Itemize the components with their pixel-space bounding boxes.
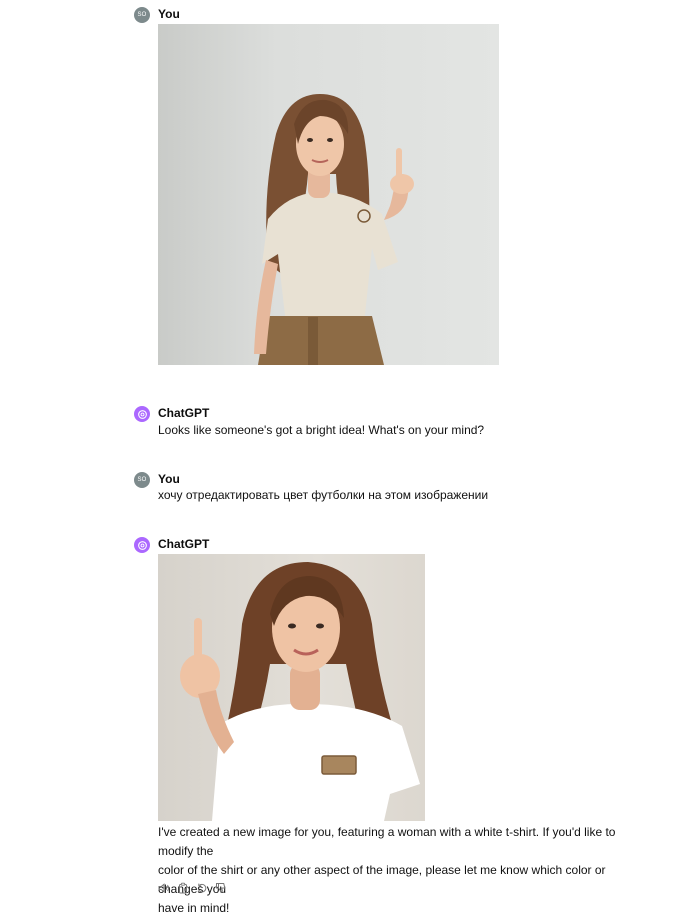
read-aloud-icon[interactable] bbox=[158, 882, 170, 894]
author-name: ChatGPT bbox=[158, 406, 210, 420]
openai-logo-icon bbox=[137, 540, 147, 550]
message-actions bbox=[158, 882, 227, 894]
author-name: You bbox=[158, 472, 180, 486]
message-line: I've created a new image for you, featur… bbox=[158, 825, 616, 858]
message-line: have in mind! bbox=[158, 901, 230, 915]
chatgpt-avatar bbox=[134, 537, 150, 553]
message-text: Looks like someone's got a bright idea! … bbox=[158, 423, 485, 437]
user-avatar: SO bbox=[134, 7, 150, 23]
author-name: ChatGPT bbox=[158, 537, 210, 551]
avatar-initials: SO bbox=[137, 477, 147, 483]
uploaded-image[interactable] bbox=[158, 24, 499, 365]
avatar-initials: SO bbox=[137, 12, 147, 18]
message-text: I've created a new image for you, featur… bbox=[158, 823, 638, 918]
chatgpt-avatar bbox=[134, 406, 150, 422]
thumbs-down-icon[interactable] bbox=[215, 882, 227, 894]
message-text: хочу отредактировать цвет футболки на эт… bbox=[158, 488, 489, 502]
copy-icon[interactable] bbox=[177, 882, 189, 894]
user-avatar: SO bbox=[134, 472, 150, 488]
message-line: color of the shirt or any other aspect o… bbox=[158, 863, 606, 896]
generated-image[interactable] bbox=[158, 554, 425, 821]
openai-logo-icon bbox=[137, 409, 147, 419]
author-name: You bbox=[158, 7, 180, 21]
regenerate-icon[interactable] bbox=[196, 882, 208, 894]
